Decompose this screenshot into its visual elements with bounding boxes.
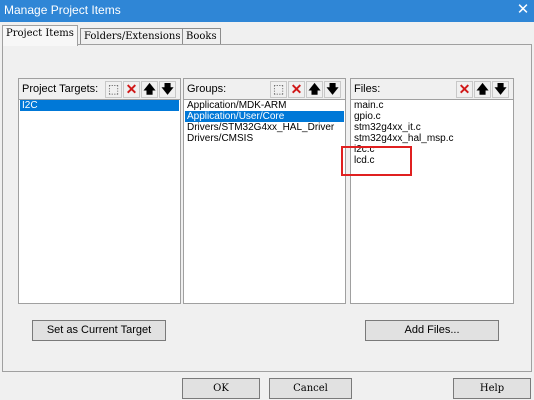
cancel-button[interactable]: Cancel [269, 378, 352, 399]
list-item[interactable]: Drivers/CMSIS [185, 133, 344, 144]
tab-folders-extensions[interactable]: Folders/Extensions [80, 28, 185, 45]
move-target-up-icon[interactable]: 🡅 [141, 81, 158, 98]
list-item[interactable]: stm32g4xx_hal_msp.c [352, 133, 512, 144]
delete-target-icon[interactable]: ✕ [123, 81, 140, 98]
close-icon[interactable]: ✕ [512, 0, 534, 22]
list-item[interactable]: I2C [20, 100, 179, 111]
new-group-icon[interactable]: ⬚ [270, 81, 287, 98]
groups-label: Groups: [187, 83, 227, 95]
list-item[interactable]: Application/MDK-ARM [185, 100, 344, 111]
move-file-down-icon[interactable]: 🡇 [492, 81, 509, 98]
tab-strip: Project Items Folders/Extensions Books [0, 22, 534, 46]
files-list[interactable]: main.c gpio.c stm32g4xx_it.c stm32g4xx_h… [352, 100, 512, 302]
tab-project-items[interactable]: Project Items [2, 25, 78, 46]
groups-list[interactable]: Application/MDK-ARM Application/User/Cor… [185, 100, 344, 302]
targets-list[interactable]: I2C [20, 100, 179, 302]
list-item[interactable]: Drivers/STM32G4xx_HAL_Driver [185, 122, 344, 133]
move-group-up-icon[interactable]: 🡅 [306, 81, 323, 98]
list-item[interactable]: main.c [352, 100, 512, 111]
tab-books[interactable]: Books [182, 28, 221, 45]
list-item[interactable]: gpio.c [352, 111, 512, 122]
window-title: Manage Project Items [4, 3, 121, 17]
add-files-button[interactable]: Add Files... [365, 320, 499, 341]
help-button[interactable]: Help [453, 378, 531, 399]
list-item[interactable]: Application/User/Core [185, 111, 344, 122]
new-target-icon[interactable]: ⬚ [105, 81, 122, 98]
delete-file-icon[interactable]: ✕ [456, 81, 473, 98]
ok-button[interactable]: OK [182, 378, 260, 399]
move-group-down-icon[interactable]: 🡇 [324, 81, 341, 98]
highlight-box [341, 146, 412, 176]
files-label: Files: [354, 83, 381, 95]
files-header: Files: ✕ 🡅 🡇 [351, 79, 513, 100]
list-item[interactable]: stm32g4xx_it.c [352, 122, 512, 133]
set-as-current-target-button[interactable]: Set as Current Target [32, 320, 166, 341]
project-targets-panel: Project Targets: ⬚ ✕ 🡅 🡇 I2C [18, 78, 181, 304]
title-bar: Manage Project Items ✕ [0, 0, 534, 22]
delete-group-icon[interactable]: ✕ [288, 81, 305, 98]
groups-header: Groups: ⬚ ✕ 🡅 🡇 [184, 79, 345, 100]
project-targets-header: Project Targets: ⬚ ✕ 🡅 🡇 [19, 79, 180, 100]
groups-panel: Groups: ⬚ ✕ 🡅 🡇 Application/MDK-ARM Appl… [183, 78, 346, 304]
move-file-up-icon[interactable]: 🡅 [474, 81, 491, 98]
move-target-down-icon[interactable]: 🡇 [159, 81, 176, 98]
files-panel: Files: ✕ 🡅 🡇 main.c gpio.c stm32g4xx_it.… [350, 78, 514, 304]
project-targets-label: Project Targets: [22, 83, 99, 95]
